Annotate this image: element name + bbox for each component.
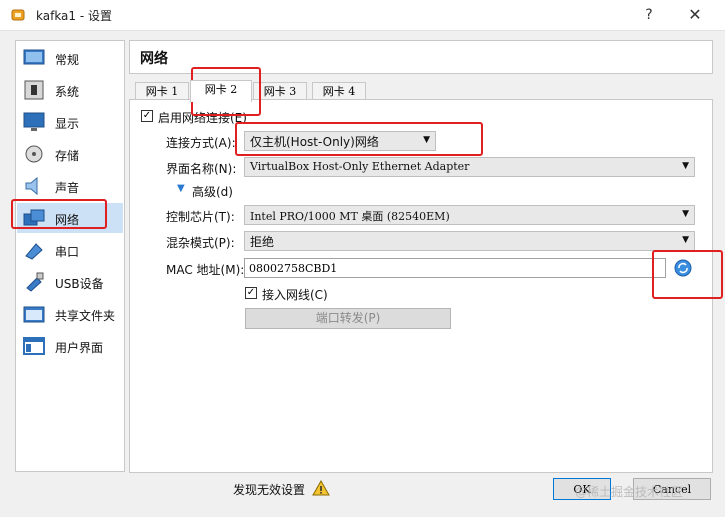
interface-name-value: VirtualBox Host-Only Ethernet Adapter (250, 160, 470, 173)
sidebar-item-usb[interactable]: USB设备 (17, 267, 123, 297)
sidebar-item-label: 声音 (55, 181, 80, 195)
promiscuous-mode-label: 混杂模式(P): (166, 236, 235, 250)
sidebar-item-label: 共享文件夹 (55, 309, 116, 323)
refresh-mac-icon[interactable] (674, 259, 692, 277)
tab-adapter-2[interactable]: 网卡 2 (190, 80, 252, 102)
serial-port-icon (25, 243, 43, 260)
attached-to-label: 连接方式(A): (166, 136, 236, 150)
mac-address-value: 08002758CBD1 (249, 262, 338, 275)
sidebar-item-label: 串口 (55, 245, 80, 259)
cable-connected-label: 接入网线(C) (262, 288, 328, 302)
promiscuous-mode-select[interactable]: 拒绝 ▼ (244, 231, 695, 251)
attached-to-select[interactable]: 仅主机(Host-Only)网络 ▼ (244, 131, 436, 151)
user-interface-icon (23, 337, 45, 355)
sidebar-item-label: 网络 (55, 213, 80, 227)
sidebar-item-network[interactable]: 网络 (17, 203, 123, 233)
sidebar-item-general[interactable]: 常规 (17, 43, 123, 73)
virtualbox-app-icon (11, 9, 25, 21)
enable-adapter-label: 启用网络连接(E) (158, 111, 247, 125)
warning-icon (312, 480, 330, 496)
section-header: 网络 (129, 40, 713, 74)
display-icon (23, 112, 45, 131)
sidebar-item-label: 显示 (55, 117, 80, 131)
cable-connected-checkbox[interactable]: ✓ (245, 287, 257, 299)
page-title: 网络 (140, 51, 168, 67)
advanced-toggle[interactable]: 高级(d) (192, 183, 233, 200)
shared-folder-icon (23, 306, 45, 323)
chevron-down-icon: ▼ (682, 161, 689, 171)
attached-to-value: 仅主机(Host-Only)网络 (250, 135, 379, 149)
sidebar-item-system[interactable]: 系统 (17, 75, 123, 105)
sidebar-item-label: 用户界面 (55, 341, 104, 355)
mac-address-label: MAC 地址(M): (166, 263, 245, 277)
sidebar-item-display[interactable]: 显示 (17, 107, 123, 137)
sidebar-item-shared-folders[interactable]: 共享文件夹 (17, 299, 123, 329)
enable-adapter-checkbox[interactable]: ✓ (141, 110, 153, 122)
sidebar-item-audio[interactable]: 声音 (17, 171, 123, 201)
sidebar-item-label: 存储 (55, 149, 80, 163)
promiscuous-mode-value: 拒绝 (250, 235, 275, 249)
chevron-down-icon: ▼ (423, 135, 430, 145)
adapter-settings-panel (129, 99, 713, 473)
adapter-type-label: 控制芯片(T): (166, 210, 235, 224)
general-icon (23, 49, 45, 65)
help-button[interactable]: ? (638, 4, 660, 26)
sidebar-item-label: USB设备 (55, 277, 104, 291)
chevron-down-icon: ▼ (682, 209, 689, 219)
mac-address-input[interactable]: 08002758CBD1 (244, 258, 666, 278)
close-button[interactable]: ✕ (684, 4, 706, 26)
title-bar: kafka1 - 设置 ? ✕ (0, 0, 725, 31)
adapter-type-select[interactable]: Intel PRO/1000 MT 桌面 (82540EM) ▼ (244, 205, 695, 225)
sidebar-item-label: 常规 (55, 53, 80, 67)
network-icon (23, 209, 45, 226)
sidebar-item-label: 系统 (55, 85, 80, 99)
window-title: kafka1 - 设置 (36, 9, 113, 23)
sidebar-item-serial-port[interactable]: 串口 (17, 235, 123, 265)
watermark: @稀土掘金技术社区 (575, 485, 684, 499)
chevron-down-icon: ▼ (682, 235, 689, 245)
sidebar-item-storage[interactable]: 存储 (17, 139, 123, 169)
interface-name-label: 界面名称(N): (166, 162, 237, 176)
system-icon (24, 80, 44, 100)
adapter-tab-bar: 网卡 1 网卡 2 网卡 3 网卡 4 (130, 80, 710, 102)
port-forwarding-button[interactable]: 端口转发(P) (245, 308, 451, 329)
settings-sidebar: 常规 系统 显示 存储 声音 网络 串口 USB设备 共享文件夹 用户界面 (15, 40, 125, 472)
usb-icon (26, 272, 44, 292)
interface-name-select[interactable]: VirtualBox Host-Only Ethernet Adapter ▼ (244, 157, 695, 177)
audio-icon (25, 176, 38, 196)
invalid-settings-text: 发现无效设置 (233, 483, 306, 497)
expand-triangle-icon[interactable]: ▼ (177, 183, 185, 194)
sidebar-item-user-interface[interactable]: 用户界面 (17, 331, 123, 361)
adapter-type-value: Intel PRO/1000 MT 桌面 (82540EM) (250, 210, 450, 223)
storage-icon (25, 145, 43, 163)
